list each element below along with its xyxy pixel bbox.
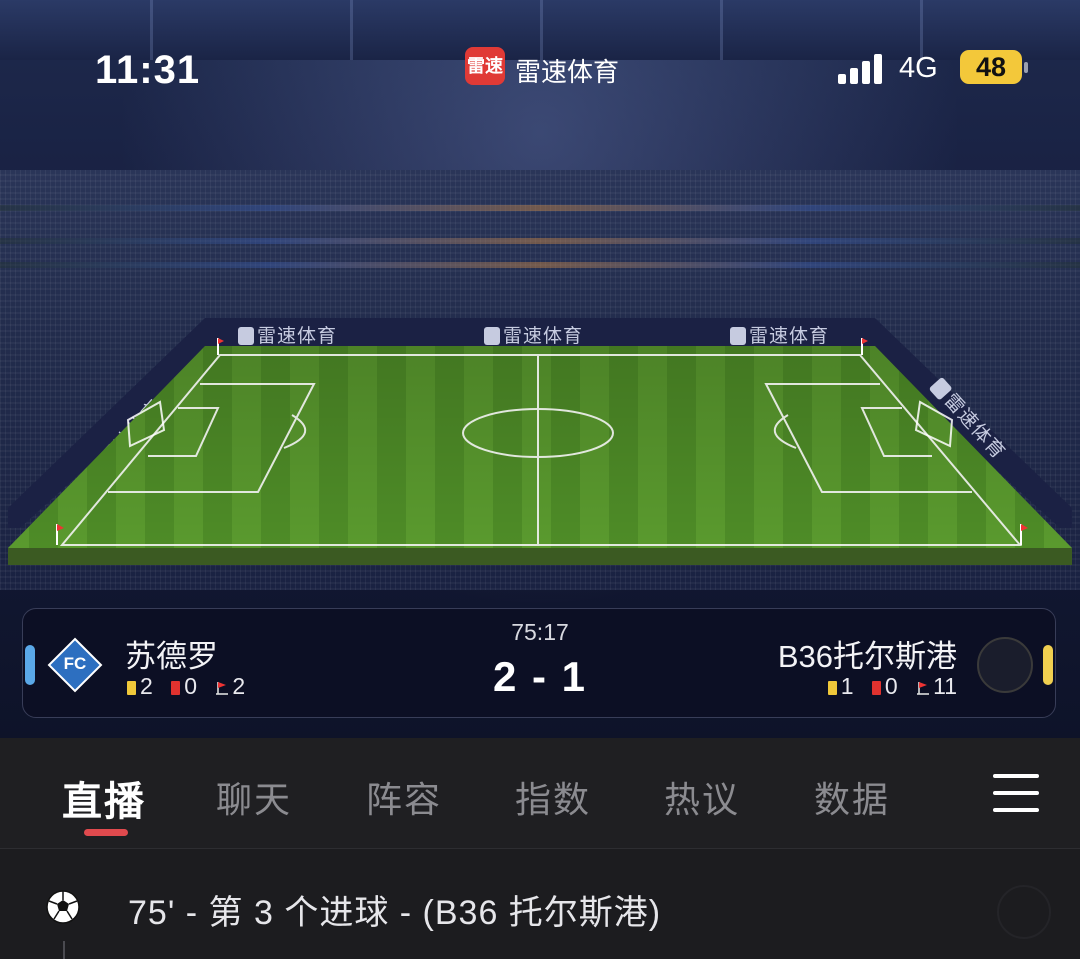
feed-event-text: 75' - 第 3 个进球 - (B36 托尔斯港) [128, 894, 662, 932]
corner-kick-icon [917, 682, 930, 695]
away-team-color-bar [1043, 645, 1053, 685]
app-logo-icon: 雷速 [465, 47, 505, 85]
live-feed: 75' - 第 3 个进球 - (B36 托尔斯港) [0, 849, 1080, 959]
active-tab-indicator [84, 829, 128, 836]
clock-time: 11:31 [95, 48, 201, 92]
away-corners: 11 [933, 673, 957, 699]
tab-odds[interactable]: 指数 [515, 771, 591, 823]
match-tabs: 直播 聊天 阵容 指数 热议 数据 [0, 738, 1080, 848]
status-bar: 11:31 雷速 雷速体育 4G 48 [0, 0, 1080, 140]
red-card-icon [871, 681, 881, 695]
away-yellow-cards: 1 [840, 673, 854, 699]
signal-strength-icon [838, 52, 886, 84]
timeline-line [63, 941, 65, 959]
away-team-logo[interactable] [977, 637, 1033, 693]
menu-icon[interactable] [993, 774, 1039, 812]
away-team-stats: 1 0 11 [816, 673, 957, 700]
tab-chat[interactable]: 聊天 [216, 771, 292, 823]
battery-cap [1024, 62, 1028, 73]
network-type: 4G [899, 52, 938, 84]
tab-lineup[interactable]: 阵容 [366, 771, 442, 823]
tab-live[interactable]: 直播 [62, 769, 146, 827]
soccer-ball-icon [46, 890, 80, 924]
away-red-cards: 0 [884, 673, 898, 699]
scoreboard-card[interactable]: FC 苏德罗 2 0 2 75:17 2 - 1 B36托尔斯港 1 0 11 [22, 608, 1056, 718]
app-name: 雷速体育 [515, 57, 620, 87]
tab-discussion[interactable]: 热议 [664, 771, 740, 823]
battery-icon: 48 [960, 50, 1022, 84]
away-team-name[interactable]: B36托尔斯港 [778, 631, 957, 676]
team-logo-watermark [997, 885, 1051, 939]
yellow-card-icon [827, 681, 837, 695]
tab-stats[interactable]: 数据 [814, 771, 890, 823]
